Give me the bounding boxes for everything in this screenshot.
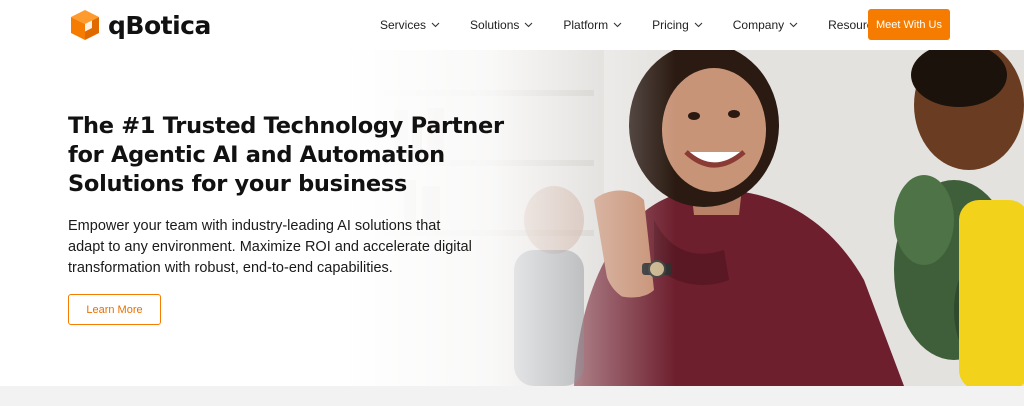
orange-cube-icon — [71, 10, 99, 40]
learn-more-button[interactable]: Learn More — [68, 294, 161, 325]
nav-item-label: Solutions — [470, 18, 520, 32]
nav-item-label: Services — [380, 18, 427, 32]
nav-item-company[interactable]: Company — [733, 18, 798, 32]
nav-item-label: Company — [732, 18, 785, 32]
hero-subtitle-line: transformation with robust, end-to-end c… — [68, 260, 393, 276]
meet-with-us-button[interactable]: Meet With Us — [868, 9, 950, 40]
main-nav: Services Solutions Platform Pricing Comp… — [380, 0, 929, 50]
nav-item-label: Platform — [563, 18, 609, 32]
brand-name: qBotica — [108, 10, 211, 40]
hero-subtitle: Empower your team with industry-leading … — [68, 216, 528, 279]
hero-title-line: The #1 Trusted Technology Partner — [68, 113, 504, 139]
hero-title-line: Solutions for your business — [68, 171, 408, 197]
site-header: qBotica Services Solutions Platform Pric… — [0, 0, 1024, 50]
chevron-down-icon — [789, 22, 798, 28]
chevron-down-icon — [613, 22, 622, 28]
hero-subtitle-line: Empower your team with industry-leading … — [68, 218, 441, 234]
hero-title: The #1 Trusted Technology Partner for Ag… — [68, 112, 538, 199]
brand-logo[interactable]: qBotica — [68, 6, 211, 44]
nav-item-platform[interactable]: Platform — [563, 18, 622, 32]
chevron-down-icon — [525, 22, 533, 28]
nav-item-pricing[interactable]: Pricing — [652, 18, 703, 32]
section-divider-band — [0, 386, 1024, 406]
chevron-down-icon — [694, 22, 703, 28]
nav-item-services[interactable]: Services — [380, 18, 440, 32]
chevron-down-icon — [431, 22, 440, 28]
nav-item-label: Pricing — [652, 18, 689, 32]
hero-section: The #1 Trusted Technology Partner for Ag… — [0, 50, 1024, 386]
hero-subtitle-line: adapt to any environment. Maximize ROI a… — [68, 239, 472, 255]
hero-title-line: for Agentic AI and Automation — [68, 142, 445, 168]
nav-item-solutions[interactable]: Solutions — [470, 18, 533, 32]
